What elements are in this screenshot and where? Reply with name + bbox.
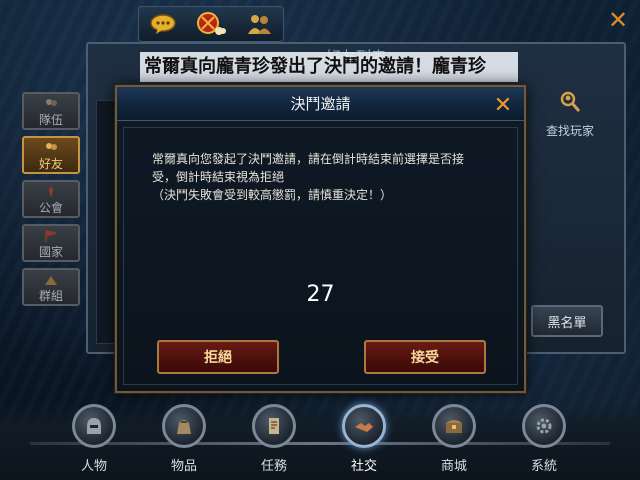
- nav-label: 物品: [170, 459, 197, 474]
- nav-social[interactable]: 社交: [332, 404, 396, 476]
- close-icon[interactable]: ✕: [606, 8, 630, 32]
- tab-nation[interactable]: 國家: [22, 224, 80, 262]
- tab-label: 國家: [38, 245, 63, 259]
- dialog-header: 決鬥邀請 ✕: [117, 87, 524, 121]
- announcement-banner: 常爾真向龐青珍發出了決鬥的邀請！龐青珍: [140, 52, 518, 82]
- dialog-title: 決鬥邀請: [290, 95, 351, 113]
- shop-chest-icon: [432, 404, 476, 448]
- blacklist-button[interactable]: 黑名單: [531, 305, 603, 337]
- system-gear-icon: [522, 404, 566, 448]
- tab-label: 公會: [38, 201, 63, 215]
- bottom-nav-bar: 人物 物品 任務 社交 商城 系統: [0, 404, 640, 480]
- nav-label: 系統: [530, 459, 557, 474]
- find-player-button[interactable]: 查找玩家: [535, 90, 605, 140]
- item-bag-icon: [162, 404, 206, 448]
- invite-message: 常爾真向您發起了決鬥邀請，請在倒計時結束前選擇是否接 受，倒計時結束視為拒絕 （…: [152, 150, 502, 204]
- nav-label: 社交: [350, 459, 377, 474]
- nav-label: 人物: [80, 459, 107, 474]
- nav-label: 商城: [440, 459, 467, 474]
- character-helmet-icon: [72, 404, 116, 448]
- nav-label: 任務: [260, 459, 287, 474]
- magnifier-person-icon: [558, 90, 582, 118]
- message-line: 受，倒計時結束視為拒絕: [152, 170, 285, 184]
- top-quick-bar: [138, 6, 284, 42]
- duel-invite-dialog: 決鬥邀請 ✕ 常爾真向您發起了決鬥邀請，請在倒計時結束前選擇是否接 受，倒計時結…: [115, 85, 526, 393]
- find-player-label: 查找玩家: [545, 124, 594, 138]
- nav-character[interactable]: 人物: [62, 404, 126, 476]
- tab-guild[interactable]: 公會: [22, 180, 80, 218]
- friend-icon: [44, 139, 58, 158]
- nav-shop[interactable]: 商城: [422, 404, 486, 476]
- tab-group[interactable]: 群組: [22, 268, 80, 306]
- countdown-timer: 27: [306, 282, 335, 307]
- chat-bubble-icon[interactable]: [148, 10, 178, 38]
- message-line: （決鬥失敗會受到較高懲罰，請慎重決定！）: [152, 188, 393, 202]
- tab-label: 好友: [38, 157, 63, 171]
- close-icon[interactable]: ✕: [492, 95, 514, 117]
- tab-team[interactable]: 隊伍: [22, 92, 80, 130]
- tab-friends[interactable]: 好友: [22, 136, 80, 174]
- social-handshake-icon: [342, 404, 386, 448]
- message-line: 常爾真向您發起了決鬥邀請，請在倒計時結束前選擇是否接: [152, 152, 465, 166]
- dialog-body: 常爾真向您發起了決鬥邀請，請在倒計時結束前選擇是否接 受，倒計時結束視為拒絕 （…: [123, 127, 518, 385]
- nav-quests[interactable]: 任務: [242, 404, 306, 476]
- nation-icon: [44, 227, 58, 246]
- friends-group-icon[interactable]: [244, 10, 274, 38]
- accept-button[interactable]: 接受: [364, 340, 486, 374]
- reject-button[interactable]: 拒絕: [157, 340, 279, 374]
- nav-system[interactable]: 系統: [512, 404, 576, 476]
- team-icon: [44, 95, 58, 114]
- tab-label: 群組: [38, 289, 63, 303]
- event-emblem-icon[interactable]: [196, 10, 226, 38]
- tab-label: 隊伍: [38, 113, 63, 127]
- quest-scroll-icon: [252, 404, 296, 448]
- group-icon: [44, 271, 58, 290]
- guild-icon: [44, 183, 58, 202]
- nav-items[interactable]: 物品: [152, 404, 216, 476]
